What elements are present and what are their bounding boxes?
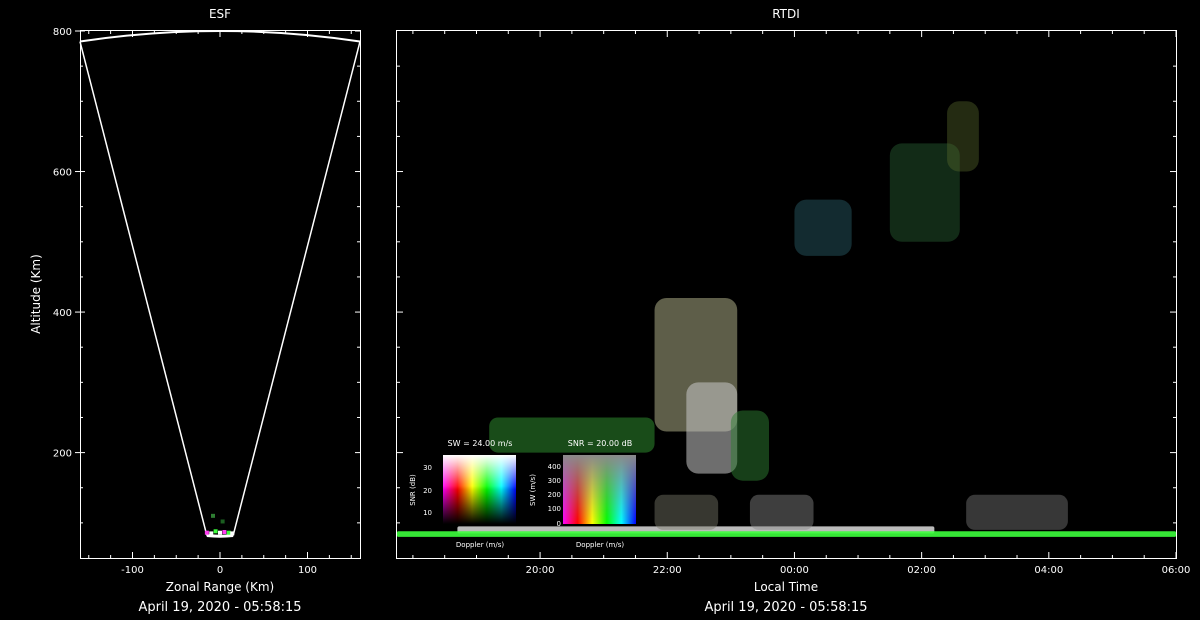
rtdi-echo-region [794, 199, 852, 256]
legend-sw-tick: 10 [423, 509, 432, 517]
esf-ytick-label: 600 [53, 168, 72, 179]
rtdi-xtick-label: 00:00 [780, 565, 809, 576]
esf-ytick-label: 200 [53, 449, 72, 460]
esf-echo-point [218, 530, 222, 535]
legend-snr-tick: 100 [548, 505, 561, 513]
esf-echo-point [204, 530, 209, 535]
legend-sw-black-overlay [443, 455, 516, 524]
esf-echo-point [230, 531, 235, 536]
esf-fan-edge [232, 41, 361, 536]
radar-figure: ESF 200400600800-100 0 100 Altitude (Km) Z… [29, 7, 1190, 615]
rtdi-xtick-label: 04:00 [1034, 565, 1063, 576]
esf-axis-ticks: 200 400 600 800 -100 0 100 [53, 27, 360, 576]
legend-snr-ylabel: SW (m/s) [529, 474, 537, 506]
esf-echo-point [209, 531, 214, 536]
legend-sw-ylabel: SNR (dB) [409, 474, 417, 506]
legend-snr-tick: 400 [548, 463, 561, 471]
esf-echo-point [222, 530, 227, 535]
rtdi-xtick-label: 02:00 [907, 565, 936, 576]
rtdi-echo-region [686, 382, 738, 474]
esf-echo-point [213, 529, 218, 534]
rtdi-xtick-label: 20:00 [526, 565, 555, 576]
esf-xtick-label: 100 [298, 565, 317, 576]
esf-echo-point [211, 513, 215, 518]
legend-snr-tick: 0 [557, 520, 561, 528]
esf-xtick-label: -100 [121, 565, 144, 576]
esf-ytick-label: 400 [53, 308, 72, 319]
rtdi-echo-region [654, 494, 719, 530]
rtdi-timestamp: April 19, 2020 - 05:58:15 [704, 600, 867, 615]
esf-echo-cluster [204, 513, 235, 536]
esf-ytick-label: 800 [53, 27, 72, 38]
legend-sw-xlabel: Doppler (m/s) [456, 541, 504, 549]
esf-title: ESF [209, 7, 231, 21]
rtdi-xtick-label: 06:00 [1162, 565, 1191, 576]
legend-snr-tick: 200 [548, 491, 561, 499]
rtdi-panel: RTDI 20:00 22:00 00:00 02:00 04:00 06:00 Loca… [396, 7, 1190, 615]
rtdi-echo-region [730, 410, 770, 481]
legend-sw-tick: 30 [423, 464, 432, 472]
rtdi-xtick-label: 22:00 [653, 565, 682, 576]
rtdi-echo-region [947, 101, 979, 172]
rtdi-title: RTDI [772, 7, 800, 21]
legend-snr-grey-overlay [563, 455, 636, 524]
esf-panel: ESF 200 400 600 800 -100 0 100 Altitude (Km) Z… [29, 7, 361, 615]
esf-echo-point [220, 519, 225, 524]
esf-timestamp: April 19, 2020 - 05:58:15 [138, 600, 301, 615]
rtdi-axis-ticks: 20:00 22:00 00:00 02:00 04:00 06:00 [397, 31, 1190, 576]
legend-sw-tick: 20 [423, 487, 432, 495]
esf-xtick-label: 0 [217, 565, 223, 576]
rtdi-xlabel: Local Time [754, 580, 818, 594]
legend-snr-title: SNR = 20.00 dB [568, 439, 632, 448]
legend-snr-xlabel: Doppler (m/s) [576, 541, 624, 549]
rtdi-echo-region [749, 494, 814, 530]
legend-sw-title: SW = 24.00 m/s [448, 439, 513, 448]
rtdi-echo-region [397, 531, 1176, 537]
legend-snr-tick: 300 [548, 477, 561, 485]
esf-ylabel: Altitude (Km) [29, 254, 43, 334]
rtdi-echo-region [966, 494, 1068, 530]
esf-xlabel: Zonal Range (Km) [166, 580, 274, 594]
esf-fan-bottom-arc [206, 534, 234, 538]
esf-fan-edge [79, 41, 208, 536]
esf-plot-frame [80, 30, 361, 559]
esf-echo-point [226, 530, 231, 535]
esf-fan-outline [79, 30, 361, 538]
